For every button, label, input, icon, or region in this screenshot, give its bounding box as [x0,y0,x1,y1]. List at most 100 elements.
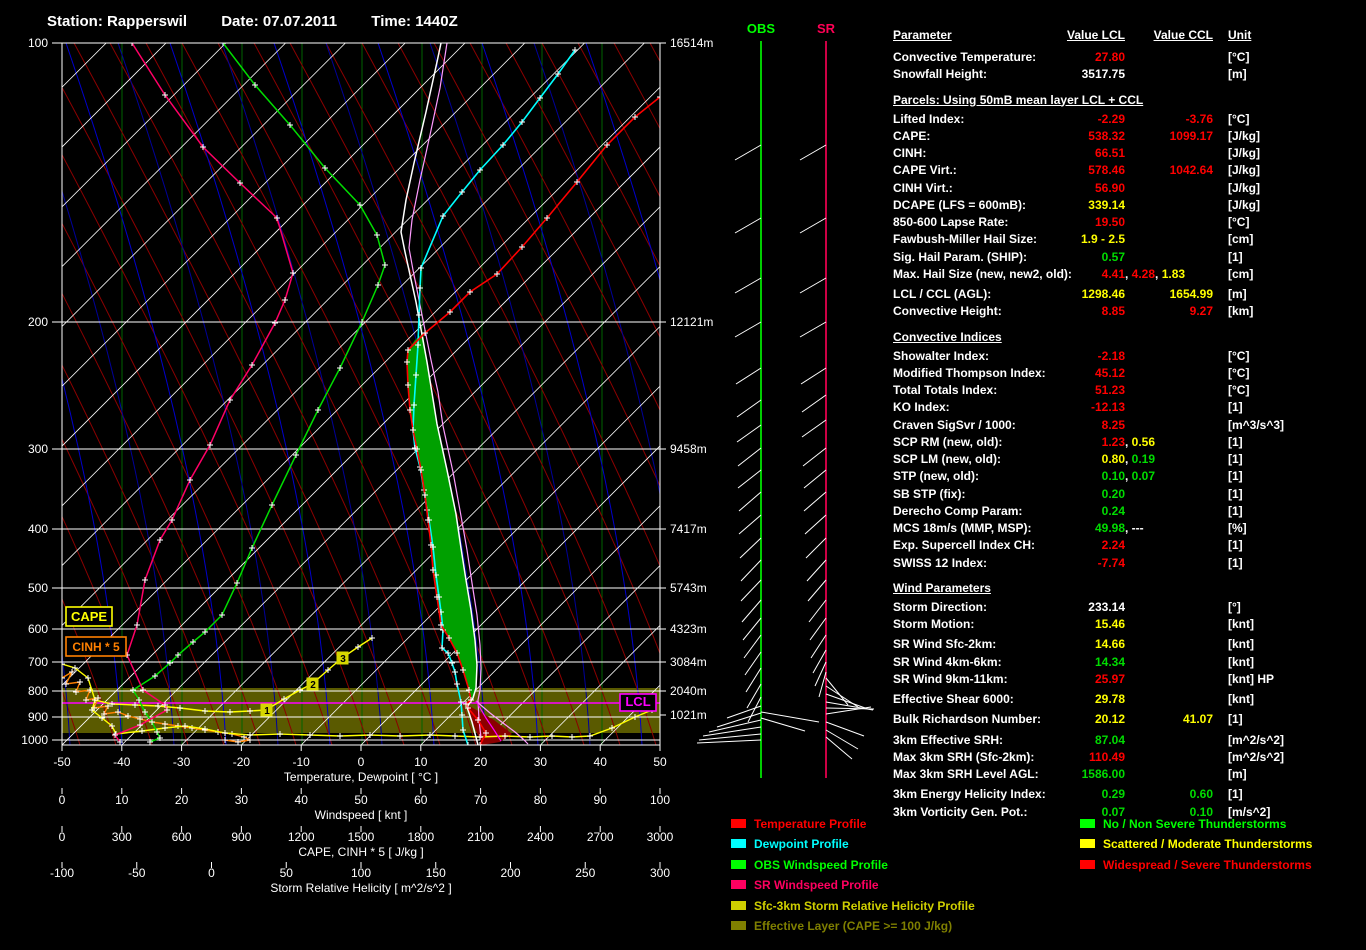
pressure-tick-label: 700 [28,655,48,669]
param-row: SR Wind 9km-11km: 25.97 [knt] HP [893,672,1366,689]
axis-tick-label: 40 [594,755,608,769]
legend-swatch [731,819,746,828]
param-row: DCAPE (LFS = 600mB): 339.14 [J/kg] [893,198,1366,215]
param-value-lcl: 15.46 [1094,617,1125,631]
axis-tick-label: 0 [208,866,215,880]
param-row: Exp. Supercell Index CH: 2.24 [1] [893,538,1366,555]
axis-tick-label: 10 [414,755,428,769]
legend-label: Sfc-3km Storm Relative Helicity Profile [754,898,975,913]
param-value-lcl: 1586.00 [1081,767,1125,781]
param-unit: [J/kg] [1228,197,1261,212]
param-row: SR Wind 4km-6km: 14.34 [knt] [893,655,1366,672]
param-value: 1.23 [1101,434,1125,449]
param-label: MCS 18m/s (MMP, MSP): [893,521,1032,535]
axis-tick-label: 50 [280,866,294,880]
axis-tick-label: 600 [172,830,192,844]
param-row: SWISS 12 Index: -7.74 [1] [893,556,1366,573]
legend-swatch [731,880,746,890]
legend-item: Temperature Profile [731,817,975,837]
axis-tick-label: 50 [354,793,368,807]
sr-wind-barbs [799,144,875,760]
param-row: 3km Energy Helicity Index: 0.29 0.60 [1] [893,787,1366,804]
altitude-label: 3084m [670,655,707,669]
axis-tick-label: 250 [575,866,595,880]
legend-label: Temperature Profile [754,817,867,831]
param-row: 850-600 Lapse Rate: 19.50 [°C] [893,215,1366,232]
legend-label: Widespread / Severe Thunderstorms [1103,857,1312,872]
legend-item: Dewpoint Profile [731,837,975,857]
param-unit: [knt] HP [1228,671,1274,686]
param-value-lcl: 66.51 [1094,146,1125,160]
legend-swatch [1080,859,1095,869]
param-value: 49.98 [1094,521,1125,535]
param-value-lcl: -2.29 [1097,111,1125,126]
axis-tick-label: -40 [113,755,131,769]
param-row: Storm Direction: 233.14 [°] [893,600,1366,617]
param-label: Showalter Index: [893,348,990,363]
param-unit: [1] [1228,503,1243,518]
axis-tick-label: 200 [500,866,520,880]
legend-item: SR Windspeed Profile [731,878,975,898]
svg-text:1: 1 [264,706,270,717]
legend-swatch [1080,839,1095,849]
param-value-lcl: 578.46 [1088,163,1125,178]
param-value-lcl: 29.78 [1094,692,1125,706]
param-value-lcl: 0.24 [1101,503,1125,518]
param-label: CAPE Virt.: [893,163,957,178]
axis-tick-label: 900 [231,830,251,844]
altitude-label: 7417m [670,522,707,536]
param-unit: [1] [1228,486,1243,501]
obs-wind-barbs [696,144,820,744]
param-label: Bulk Richardson Number: [893,712,1042,727]
param-unit: [J/kg] [1228,146,1261,160]
param-value-lcl: 233.14 [1088,599,1125,614]
svg-text:CAPE: CAPE [71,609,107,624]
param-value-extra: , 4.28, 1.83 [1125,266,1186,281]
axis-title: CAPE, CINH * 5 [ J/kg ] [298,845,423,859]
axis-tick-label: 3000 [647,830,674,844]
axis-tick-label: 150 [426,866,446,880]
pressure-tick-label: 1000 [21,733,48,747]
axis-tick-label: 2700 [587,830,614,844]
param-row: Lifted Index: -2.29 -3.76 [°C] [893,112,1366,129]
legend-label: SR Windspeed Profile [754,878,879,893]
param-unit: [1] [1228,434,1243,449]
param-unit: [m^2/s^2] [1228,749,1285,764]
axis-tick-label: 1800 [407,830,434,844]
param-unit: [cm] [1228,232,1254,247]
param-label: Max 3km SRH (Sfc-2km): [893,749,1035,764]
param-unit: [1] [1228,712,1243,727]
table-header-row: Parameter Value LCL Value CCL Unit [893,28,1366,50]
svg-text:CINH * 5: CINH * 5 [72,640,120,654]
param-row: Max. Hail Size (new, new2, old): 4.41, 4.… [893,267,1366,284]
param-value-lcl: 2.24 [1101,538,1125,553]
param-value-lcl: 8.85 [1101,304,1125,319]
altitude-label: 4323m [670,622,707,636]
param-unit: [°C] [1228,348,1250,363]
param-unit: [cm] [1228,266,1254,281]
param-row: Snowfall Height: 3517.75 [m] [893,67,1366,84]
axis-title: Temperature, Dewpoint [ °C ] [284,770,438,784]
axis-tick-label: 60 [414,793,428,807]
axis-tick-label: -100 [50,866,74,880]
param-label: Convective Temperature: [893,50,1037,64]
pressure-tick-label: 800 [28,684,48,698]
obs-column-label: OBS [747,21,776,36]
param-unit: [J/kg] [1228,128,1261,143]
param-value-lcl: 8.25 [1101,417,1125,432]
legend-item: OBS Windspeed Profile [731,858,975,878]
param-unit: [m] [1228,67,1247,82]
param-row: MCS 18m/s (MMP, MSP): 49.98, --- [%] [893,521,1366,538]
param-label: Convective Height: [893,304,1002,319]
skewt-diagram: 123CAPECINH * 5LCL1002003004005006007008… [21,21,875,895]
param-label: Sig. Hail Param. (SHIP): [893,249,1028,264]
param-value: 4.41 [1101,266,1125,281]
param-value-lcl: 0.20 [1101,486,1125,501]
axis-tick-label: 1500 [348,830,375,844]
param-unit: [°C] [1228,365,1250,380]
parameter-rows: Convective Temperature: 27.80 [°C] Snowfall… [893,50,1366,822]
axis-tick-label: 70 [474,793,488,807]
severity-legend: No / Non Severe Thunderstorms Scattered /… [1080,817,1312,878]
param-value-lcl: 0.29 [1101,787,1125,802]
param-row: Max 3km SRH Level AGL: 1586.00 [m] [893,767,1366,784]
